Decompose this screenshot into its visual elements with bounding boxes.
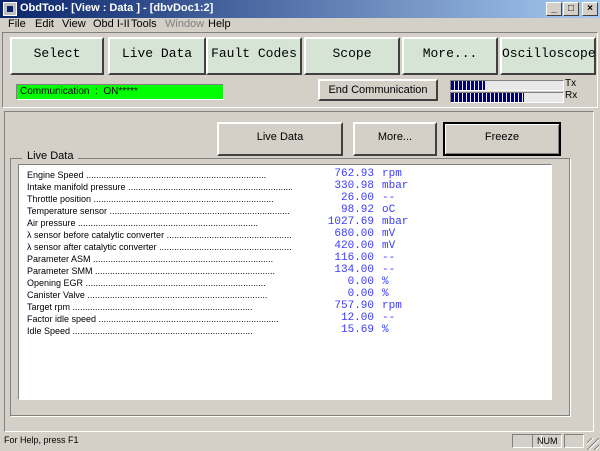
more-button[interactable]: More... xyxy=(402,37,498,75)
param-unit: % xyxy=(382,324,389,336)
window-title: ObdTool- [View : Data ] - [dbvDoc1:2] xyxy=(20,2,214,14)
param-value: 0.00 xyxy=(347,288,374,300)
param-value: 330.98 xyxy=(334,180,374,192)
param-value: 116.00 xyxy=(334,252,374,264)
live-data-list[interactable]: Engine Speed 762.93 rpm Intake manifold pr… xyxy=(18,164,552,400)
param-unit: rpm xyxy=(382,300,402,312)
param-unit: mbar xyxy=(382,216,409,228)
menu-bar: File Edit View Obd I-II Tools Window Hel… xyxy=(0,18,600,32)
rx-label: Rx xyxy=(565,90,578,101)
param-label: Canister Valve xyxy=(27,289,292,301)
param-label: λ sensor after catalytic converter xyxy=(27,241,292,253)
param-unit: -- xyxy=(382,252,396,264)
scope-button[interactable]: Scope xyxy=(304,37,400,75)
param-unit: % xyxy=(382,276,389,288)
param-value: 26.00 xyxy=(340,192,374,204)
param-label: Idle Speed xyxy=(27,325,292,337)
param-unit: oC xyxy=(382,204,396,216)
tx-meter xyxy=(450,80,564,91)
param-label: Intake manifold pressure xyxy=(27,181,292,193)
menu-file[interactable]: File xyxy=(8,18,26,30)
param-value: 134.00 xyxy=(334,264,374,276)
rx-meter-fill xyxy=(451,93,524,102)
param-value: 15.69 xyxy=(340,324,374,336)
param-value: 0.00 xyxy=(347,276,374,288)
param-label: Parameter SMM xyxy=(27,265,292,277)
rx-meter xyxy=(450,92,564,103)
param-label: Parameter ASM xyxy=(27,253,292,265)
app-icon[interactable] xyxy=(3,2,17,16)
select-button[interactable]: Select xyxy=(10,37,104,75)
param-label: Throttle position xyxy=(27,193,292,205)
param-unit: -- xyxy=(382,192,396,204)
param-label: Engine Speed xyxy=(27,169,292,181)
panel-live-data-button[interactable]: Live Data xyxy=(217,122,343,156)
live-data-button[interactable]: Live Data xyxy=(108,37,206,75)
param-value: 762.93 xyxy=(334,168,374,180)
panel-more-button[interactable]: More... xyxy=(353,122,437,156)
oscilloscope-button[interactable]: Oscilloscope xyxy=(500,37,596,75)
param-unit: mbar xyxy=(382,180,409,192)
param-unit: -- xyxy=(382,264,396,276)
param-unit: mV xyxy=(382,240,396,252)
param-unit: -- xyxy=(382,312,396,324)
param-label: Temperature sensor xyxy=(27,205,292,217)
minimize-button[interactable]: _ xyxy=(546,2,562,16)
param-value: 757.90 xyxy=(334,300,374,312)
param-unit: % xyxy=(382,288,389,300)
tx-meter-fill xyxy=(451,81,485,90)
freeze-button[interactable]: Freeze xyxy=(443,122,561,156)
status-help-text: For Help, press F1 xyxy=(4,435,79,445)
param-label: Opening EGR xyxy=(27,277,292,289)
param-unit: mV xyxy=(382,228,396,240)
fault-codes-button[interactable]: Fault Codes xyxy=(206,37,302,75)
status-cell-scroll xyxy=(564,434,584,448)
param-value: 1027.69 xyxy=(327,216,374,228)
param-label: Factor idle speed xyxy=(27,313,292,325)
menu-tools[interactable]: Tools xyxy=(131,18,157,30)
live-data-group-title: Live Data xyxy=(22,150,79,162)
status-num: NUM xyxy=(532,434,562,448)
maximize-button[interactable]: □ xyxy=(563,2,579,16)
communication-status: Communication : ON***** xyxy=(16,84,224,100)
param-label: Target rpm xyxy=(27,301,292,313)
menu-view[interactable]: View xyxy=(62,18,86,30)
param-value: 680.00 xyxy=(334,228,374,240)
menu-help[interactable]: Help xyxy=(208,18,231,30)
title-bar: ObdTool- [View : Data ] - [dbvDoc1:2] _ … xyxy=(0,0,600,18)
menu-edit[interactable]: Edit xyxy=(35,18,54,30)
param-label: λ sensor before catalytic converter xyxy=(27,229,292,241)
param-label: Air pressure xyxy=(27,217,292,229)
status-bar: For Help, press F1 NUM xyxy=(0,432,600,451)
close-button[interactable]: × xyxy=(582,2,598,16)
param-value: 98.92 xyxy=(340,204,374,216)
param-value: 420.00 xyxy=(334,240,374,252)
resize-grip[interactable] xyxy=(587,438,599,450)
menu-obd[interactable]: Obd I-II xyxy=(93,18,130,30)
tx-label: Tx xyxy=(565,78,577,89)
end-communication-button[interactable]: End Communication xyxy=(318,79,438,101)
param-unit: rpm xyxy=(382,168,402,180)
menu-window: Window xyxy=(165,18,205,30)
param-value: 12.00 xyxy=(340,312,374,324)
